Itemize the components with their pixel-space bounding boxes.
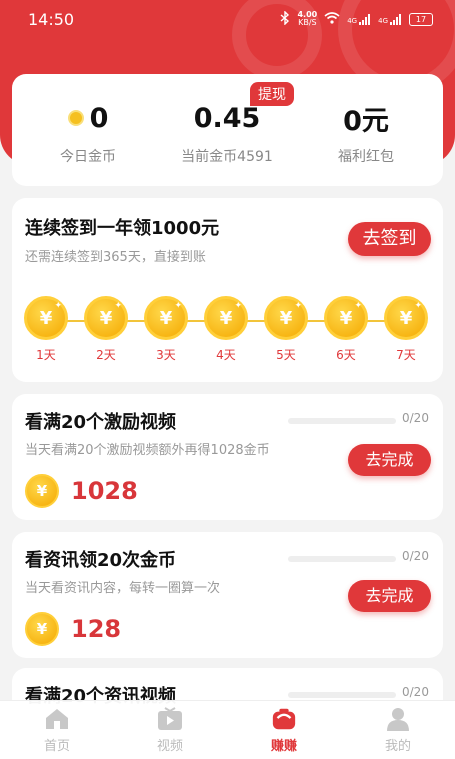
nav-item-earn[interactable]: 赚赚 <box>249 707 319 754</box>
signin-day: ¥ ✦ 5天 <box>264 296 308 363</box>
signin-day: ¥ ✦ 1天 <box>24 296 68 363</box>
yuan-coin-icon: ¥ ✦ <box>204 296 248 340</box>
withdraw-button[interactable]: 提现 <box>250 82 294 106</box>
bonus-label: 福利红包 <box>338 149 394 165</box>
network-speed: 4.00 KB/S <box>297 10 318 27</box>
yuan-coin-icon: ¥ <box>25 612 59 646</box>
current-coins-value: 0.45 <box>193 102 261 134</box>
yuan-coin-icon: ¥ ✦ <box>24 296 68 340</box>
signin-day: ¥ ✦ 4天 <box>204 296 248 363</box>
task-reward: ¥ 1028 <box>25 474 138 508</box>
current-coins-label: 当前金币4591 <box>181 149 273 165</box>
yuan-coin-icon: ¥ ✦ <box>84 296 128 340</box>
task-description: 当天看资讯内容，每转一圈算一次 <box>25 581 221 596</box>
status-time: 14:50 <box>28 9 75 29</box>
yuan-coin-icon: ¥ ✦ <box>264 296 308 340</box>
status-bar: 14:50 4.00 KB/S 4G 4G 17 <box>0 0 455 38</box>
task-progress-text: 0/20 <box>402 549 429 563</box>
signal-icon: 4G <box>347 13 371 25</box>
wifi-icon <box>324 11 340 27</box>
nav-item-profile[interactable]: 我的 <box>363 707 433 754</box>
bonus-stat[interactable]: 0元 福利红包 <box>294 100 438 166</box>
today-coins-label: 今日金币 <box>60 149 116 165</box>
task-reward: ¥ 128 <box>25 612 121 646</box>
task-description: 当天看满20个激励视频额外再得1028金币 <box>25 443 270 458</box>
task-progress-text: 0/20 <box>402 411 429 425</box>
status-icons: 4.00 KB/S 4G 4G 17 <box>280 9 433 28</box>
task-card: 看满20个激励视频 0/20 当天看满20个激励视频额外再得1028金币 去完成… <box>12 394 443 520</box>
task-title: 看满20个激励视频 <box>25 412 177 433</box>
task-reward-amount: 128 <box>71 615 122 643</box>
signin-subtitle: 还需连续签到365天，直接到账 <box>25 250 206 265</box>
current-coins-stat[interactable]: 0.45 当前金币4591 <box>155 100 299 166</box>
battery-icon: 17 <box>409 12 433 26</box>
signin-card: 连续签到一年领1000元 还需连续签到365天，直接到账 去签到 ¥ ✦ 1天 ¥… <box>12 198 443 382</box>
today-coins-value: 0 <box>89 102 109 134</box>
signal-icon: 4G <box>378 13 402 25</box>
yuan-coin-icon: ¥ ✦ <box>384 296 428 340</box>
signin-title: 连续签到一年领1000元 <box>25 218 220 239</box>
task-card: 看资讯领20次金币 0/20 当天看资讯内容，每转一圈算一次 去完成 ¥ 128 <box>12 532 443 658</box>
video-icon <box>157 707 183 731</box>
task-reward-amount: 1028 <box>71 477 138 505</box>
earn-icon <box>271 707 297 731</box>
signin-days: ¥ ✦ 1天 ¥ ✦ 2天 ¥ ✦ 3天 ¥ ✦ 4天 ¥ ✦ 5天 ¥ ✦ 6天 ¥ ✦ 7… <box>24 296 434 366</box>
bottom-nav: 首页 视频 赚赚 我的 <box>0 700 455 759</box>
task-complete-button[interactable]: 去完成 <box>348 580 431 612</box>
nav-item-home[interactable]: 首页 <box>22 707 92 754</box>
signin-day: ¥ ✦ 3天 <box>144 296 188 363</box>
signin-day: ¥ ✦ 2天 <box>84 296 128 363</box>
nav-item-video[interactable]: 视频 <box>135 707 205 754</box>
task-progress-text: 0/20 <box>402 685 429 699</box>
task-progress-bar <box>288 556 396 562</box>
coin-icon <box>67 110 84 126</box>
signin-day: ¥ ✦ 6天 <box>324 296 368 363</box>
bluetooth-icon <box>280 9 290 28</box>
task-progress-bar <box>288 692 396 698</box>
signin-day: ¥ ✦ 7天 <box>384 296 428 363</box>
yuan-coin-icon: ¥ ✦ <box>324 296 368 340</box>
home-icon <box>44 707 70 731</box>
yuan-coin-icon: ¥ ✦ <box>144 296 188 340</box>
signin-button[interactable]: 去签到 <box>348 222 431 256</box>
task-complete-button[interactable]: 去完成 <box>348 444 431 476</box>
task-progress-bar <box>288 418 396 424</box>
profile-icon <box>385 707 411 731</box>
today-coins-stat: 0 今日金币 <box>16 100 160 166</box>
task-title: 看资讯领20次金币 <box>25 550 177 571</box>
stats-card: 0 今日金币 0.45 当前金币4591 提现 0元 福利红包 <box>12 74 443 186</box>
bonus-value: 0元 <box>343 105 389 137</box>
yuan-coin-icon: ¥ <box>25 474 59 508</box>
